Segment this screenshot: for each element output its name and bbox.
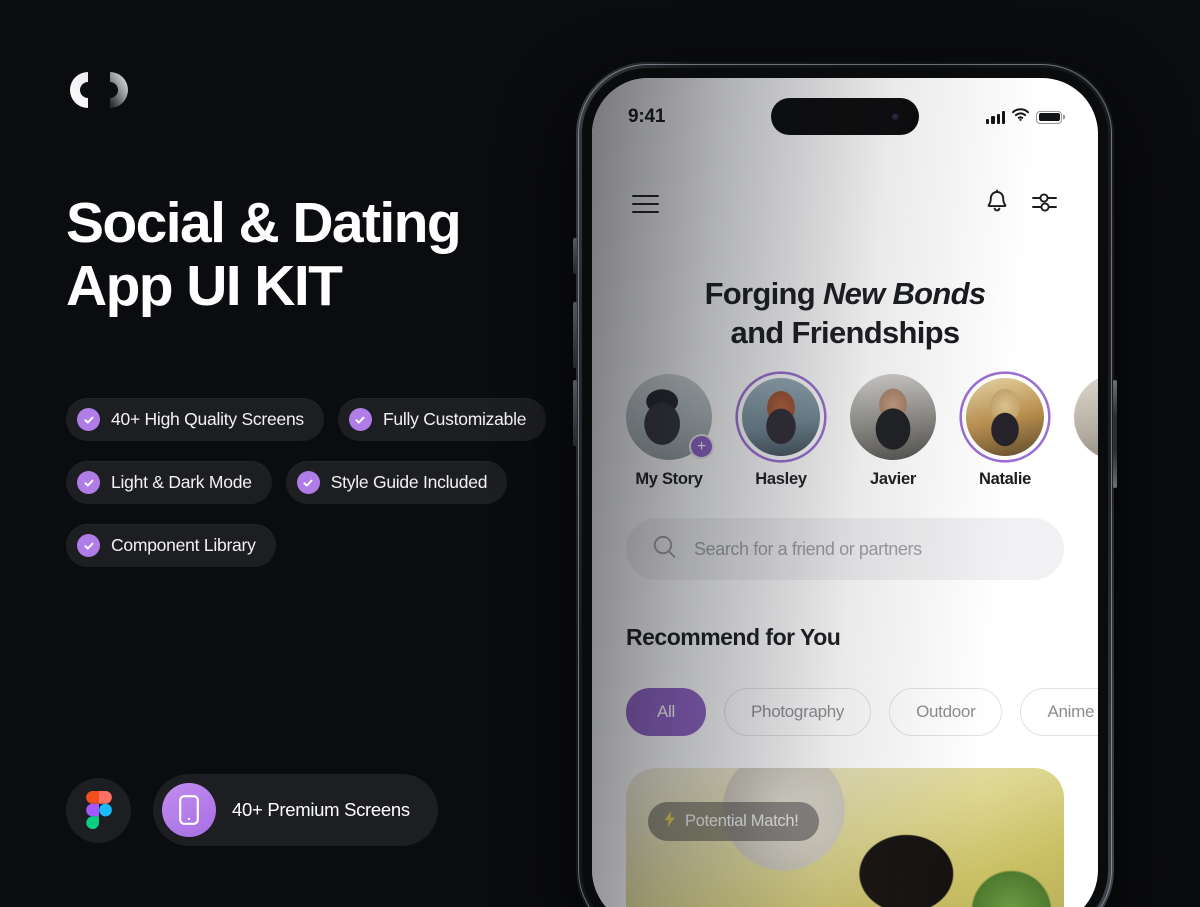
status-badge: Potential Match! xyxy=(648,802,819,841)
search-placeholder: Search for a friend or partners xyxy=(694,538,922,559)
feature-pill: Light & Dark Mode xyxy=(66,461,272,504)
status-badge-label: Potential Match! xyxy=(685,812,799,830)
feature-pill-row: 40+ High Quality Screens Fully Customiza… xyxy=(66,398,606,441)
app-hero-title-emphasis: New Bonds xyxy=(822,276,986,311)
avatar[interactable] xyxy=(1074,374,1098,460)
avatar[interactable] xyxy=(962,374,1048,460)
front-camera-icon xyxy=(892,113,899,120)
status-bar-indicators xyxy=(986,108,1062,126)
feature-pill-row: Component Library xyxy=(66,524,606,567)
avatar[interactable] xyxy=(850,374,936,460)
battery-icon xyxy=(1036,110,1062,124)
story-name: Javier xyxy=(870,470,916,488)
story-name: My Story xyxy=(635,470,703,488)
story-item[interactable]: Javier xyxy=(850,374,936,489)
filter-chip-photography[interactable]: Photography xyxy=(724,688,872,736)
app-header xyxy=(592,182,1098,226)
check-icon xyxy=(77,471,100,494)
app-hero-title-part-1: Forging xyxy=(704,276,823,311)
filter-chip-all[interactable]: All xyxy=(626,688,706,736)
add-story-icon[interactable]: + xyxy=(689,434,714,459)
check-icon xyxy=(77,534,100,557)
feature-pill-label: Fully Customizable xyxy=(382,409,527,429)
premium-screens-label: 40+ Premium Screens xyxy=(232,799,410,820)
promo-panel: Social & Dating App UI KIT 40+ High Qual… xyxy=(0,0,600,907)
volume-down-button[interactable] xyxy=(573,380,577,446)
wifi-icon xyxy=(1012,108,1029,126)
app-hero-title-part-2: and Friendships xyxy=(730,315,961,351)
notification-bell-icon[interactable] xyxy=(985,188,1009,220)
story-name: Hasley xyxy=(755,470,807,488)
hamburger-menu-icon[interactable] xyxy=(632,194,659,214)
figma-logo-icon xyxy=(66,777,131,843)
mobile-phone-icon xyxy=(162,783,216,837)
avatar[interactable]: + xyxy=(626,374,714,460)
story-item[interactable]: + My Story xyxy=(626,374,714,489)
stories-row[interactable]: + My Story Hasley Javier Natalie xyxy=(592,374,1098,489)
feature-pill-row: Light & Dark Mode Style Guide Included xyxy=(66,461,606,504)
check-icon xyxy=(77,408,100,431)
feature-pill: Style Guide Included xyxy=(285,461,508,504)
footer-badges: 40+ Premium Screens xyxy=(66,774,438,846)
check-icon xyxy=(296,471,320,494)
story-item[interactable]: Natalie xyxy=(962,374,1048,489)
phone-screen: 9:41 Forging New Bonds and Friendships +… xyxy=(592,78,1098,907)
recommend-section-title: Recommend for You xyxy=(626,624,841,650)
check-icon xyxy=(348,408,372,431)
power-button[interactable] xyxy=(1113,380,1117,488)
volume-up-button[interactable] xyxy=(573,302,577,368)
premium-screens-badge: 40+ Premium Screens xyxy=(153,774,438,846)
filter-chip-outdoor[interactable]: Outdoor xyxy=(889,688,1003,736)
silent-switch-button[interactable] xyxy=(573,238,577,274)
story-name: Natalie xyxy=(978,470,1031,488)
feature-pill-label: 40+ High Quality Screens xyxy=(111,409,304,429)
page-title-line-1: Social & Dating xyxy=(66,191,462,255)
app-hero-title: Forging New Bonds and Friendships xyxy=(592,274,1098,352)
story-item[interactable] xyxy=(1074,374,1098,489)
feature-pill-label: Component Library xyxy=(111,535,256,555)
story-item[interactable]: Hasley xyxy=(738,374,824,489)
search-icon xyxy=(652,534,678,565)
feature-pill-label: Style Guide Included xyxy=(330,472,488,492)
feature-pill: Fully Customizable xyxy=(337,398,547,441)
lightning-bolt-icon xyxy=(664,811,676,832)
app-header-actions xyxy=(985,188,1058,220)
feature-pill-list: 40+ High Quality Screens Fully Customiza… xyxy=(66,398,606,587)
avatar[interactable] xyxy=(738,374,824,460)
status-bar-time: 9:41 xyxy=(628,106,666,127)
search-input[interactable]: Search for a friend or partners xyxy=(626,518,1064,580)
filter-chip-anime[interactable]: Anime xyxy=(1020,688,1098,736)
feature-pill-label: Light & Dark Mode xyxy=(111,472,252,492)
feature-pill: Component Library xyxy=(66,524,276,567)
dynamic-island xyxy=(771,98,919,135)
phone-body: 9:41 Forging New Bonds and Friendships +… xyxy=(573,62,1117,907)
feature-pill: 40+ High Quality Screens xyxy=(66,398,324,441)
page-title: Social & Dating App UI KIT xyxy=(66,195,586,318)
page-title-line-2: App UI KIT xyxy=(66,253,343,318)
category-filter-chips[interactable]: All Photography Outdoor Anime xyxy=(626,688,1098,736)
sliders-filter-icon[interactable] xyxy=(1031,190,1058,219)
spiral-logo-icon xyxy=(66,62,132,118)
phone-mockup: 9:41 Forging New Bonds and Friendships +… xyxy=(568,62,1128,907)
cellular-signal-icon xyxy=(986,110,1005,124)
match-card[interactable]: Potential Match! xyxy=(626,768,1064,907)
